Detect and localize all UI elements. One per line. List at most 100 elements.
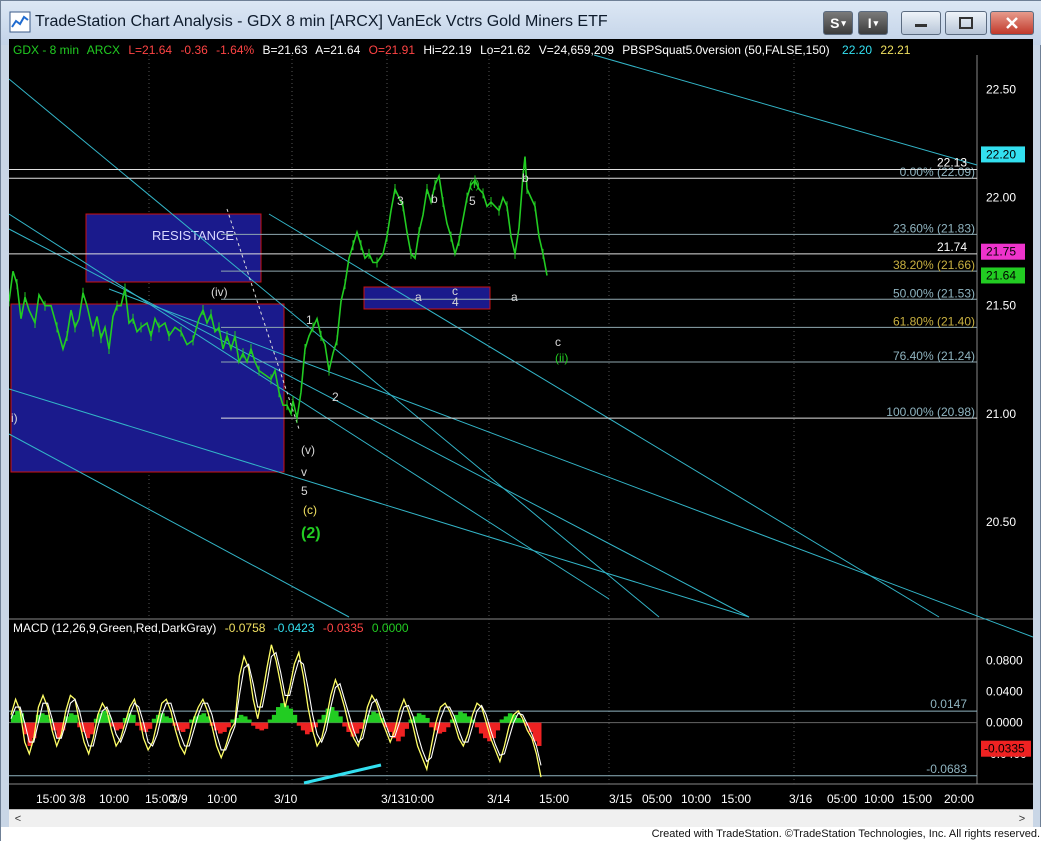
macd-histogram-bar [226, 722, 231, 728]
macd-histogram-bar [276, 707, 281, 723]
legend-volume: V=24,659,209 [538, 43, 614, 57]
macd-histogram-bar [516, 717, 521, 723]
wave-label: v [301, 465, 307, 479]
macd-histogram-bar [429, 722, 434, 728]
time-tick-label: 10:00 [404, 792, 434, 806]
macd-histogram-bar [474, 722, 480, 728]
macd-histogram-bar [267, 719, 273, 723]
macd-histogram-bar [354, 722, 360, 734]
legend-change: -0.36 [180, 43, 208, 57]
time-tick-label: 10:00 [864, 792, 894, 806]
macd-histogram-bar [400, 722, 405, 737]
macd-histogram-bar [251, 722, 256, 726]
macd-level-label: -0.0683 [926, 762, 967, 776]
macd-histogram-bar [304, 722, 310, 735]
macd-v3: -0.0335 [322, 621, 364, 635]
macd-histogram-bar [147, 722, 153, 729]
legend-open: O=21.91 [368, 43, 415, 57]
chevron-down-icon: ▾ [841, 17, 846, 28]
close-icon [1006, 17, 1018, 29]
price-badge-text: 22.20 [986, 147, 1016, 161]
time-tick-label: 10:00 [207, 792, 237, 806]
macd-histogram-bar [102, 710, 107, 723]
wave-label: (c) [303, 503, 317, 517]
wave4-box [363, 286, 491, 310]
price-tick-label: 21.00 [986, 407, 1016, 421]
wave-label: c [555, 335, 561, 349]
macd-histogram-bar [114, 722, 120, 731]
price-tick-label: 22.50 [986, 83, 1016, 97]
chart-area[interactable]: RESISTANCE 0.00% (22.09) 23.60% (21.83) 38.… [9, 39, 1033, 811]
chart-svg[interactable]: RESISTANCE0.00% (22.09)23.60% (21.83)38.… [9, 39, 1033, 811]
time-tick-label: 10:00 [681, 792, 711, 806]
time-tick-label: 3/8 [69, 792, 86, 806]
time-tick-label: 15:00 [721, 792, 751, 806]
legend-ind-val2: 22.21 [880, 43, 911, 57]
window-title: TradeStation Chart Analysis - GDX 8 min … [35, 13, 608, 30]
scroll-right-arrow-icon[interactable]: > [1015, 812, 1029, 826]
chevron-down-icon: ▾ [873, 17, 879, 28]
legend-bid: B=21.63 [262, 43, 308, 57]
i-dropdown-button[interactable]: I ▾ [858, 11, 888, 35]
macd-histogram-bar [218, 722, 223, 734]
time-tick-label: 15:00 [36, 792, 66, 806]
macd-tick-label: 0.0000 [986, 716, 1023, 730]
minimize-button[interactable] [901, 11, 941, 35]
divergence-line [303, 763, 382, 785]
horizontal-scrollbar[interactable]: < > [9, 809, 1033, 827]
macd-histogram-bar [462, 713, 467, 723]
price-level-label: 21.74 [937, 240, 967, 254]
maximize-icon [959, 17, 973, 29]
trendline-6 [593, 54, 978, 166]
macd-histogram-bar [288, 708, 294, 723]
macd-histogram-bar [131, 714, 136, 723]
macd-histogram-bar [342, 722, 347, 727]
macd-histogram-bar [441, 722, 447, 732]
close-button[interactable] [990, 11, 1034, 35]
macd-histogram-bar [135, 722, 140, 726]
price-badge-text: 21.64 [986, 268, 1016, 282]
wave-label: 3 [397, 194, 404, 208]
resistance-label: RESISTANCE [152, 228, 234, 243]
time-tick-label: 20:00 [944, 792, 974, 806]
macd-histogram-bar [404, 722, 409, 729]
wave-label: a [511, 290, 518, 304]
macd-histogram-bar [247, 719, 252, 723]
price-level-label: 22.13 [937, 156, 967, 170]
macd-histogram-bar [263, 722, 269, 729]
macd-histogram-bar [420, 714, 426, 723]
macd-histogram-bar [499, 719, 505, 723]
macd-histogram-bar [458, 711, 463, 723]
macd-histogram-bar [242, 716, 248, 723]
macd-histogram-bar [68, 713, 74, 723]
wave-label: i) [11, 411, 18, 425]
wave-label: 5 [301, 484, 308, 498]
time-tick-label: 3/16 [789, 792, 813, 806]
price-badge-text: 21.75 [986, 245, 1016, 259]
time-tick-label: 3/13 [381, 792, 405, 806]
macd-histogram-bar [371, 711, 376, 723]
wave-label: 2 [332, 390, 339, 404]
macd-histogram-bar [238, 714, 244, 723]
macd-histogram-bar [44, 714, 49, 723]
macd-histogram-bar [300, 722, 306, 731]
wave-label: 1 [306, 313, 313, 327]
macd-tick-label: 0.0400 [986, 684, 1023, 698]
scroll-left-arrow-icon[interactable]: < [11, 812, 25, 826]
macd-histogram-bar [151, 718, 157, 723]
macd-badge-text: -0.0335 [984, 742, 1025, 756]
maximize-button[interactable] [945, 11, 987, 35]
macd-histogram-bar [255, 722, 260, 729]
trendline-3 [268, 213, 940, 618]
legend-last: L=21.64 [128, 43, 173, 57]
macd-histogram-bar [536, 722, 542, 746]
price-tick-label: 21.50 [986, 299, 1016, 313]
macd-histogram-bar [503, 716, 509, 723]
footer: Created with TradeStation. ©TradeStation… [1, 827, 1041, 842]
support-box [10, 303, 285, 473]
wave-label: (2) [301, 525, 321, 542]
s-dropdown-button[interactable]: S ▾ [823, 11, 853, 35]
macd-histogram-bar [271, 714, 277, 723]
macd-histogram-bar [259, 722, 265, 731]
fib-label: 61.80% (21.40) [893, 314, 975, 328]
